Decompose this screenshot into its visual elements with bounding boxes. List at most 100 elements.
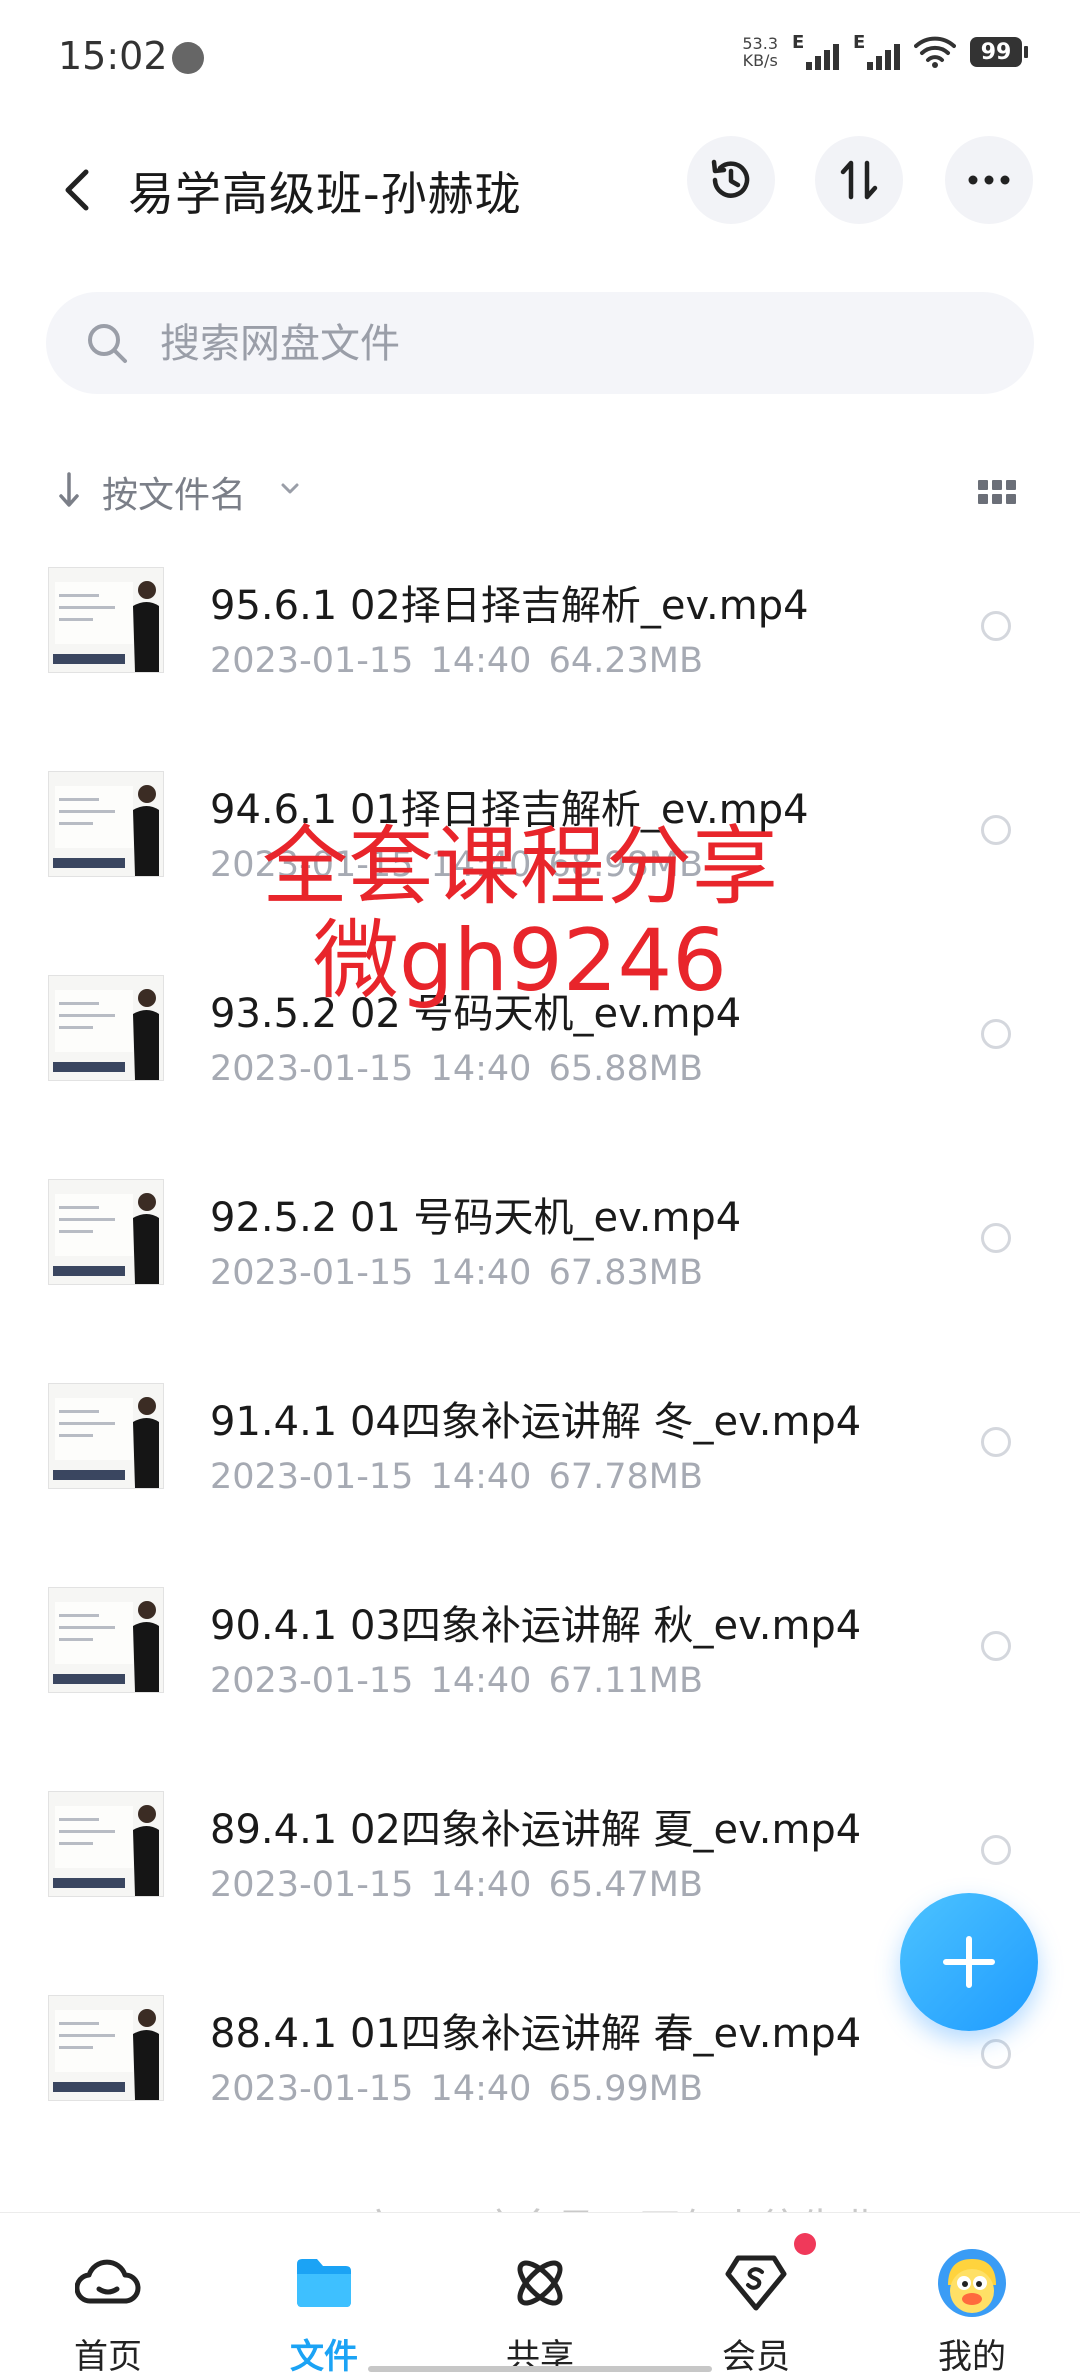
file-date: 2023-01-15 [210, 845, 414, 885]
nav-label-home: 首页 [74, 2337, 142, 2377]
file-date: 2023-01-15 [210, 1661, 414, 1701]
file-date: 2023-01-15 [210, 1865, 414, 1905]
file-meta: 2023-01-15 14:40 65.47MB [210, 1865, 703, 1905]
file-time: 14:40 [430, 1661, 532, 1701]
file-meta: 2023-01-15 14:40 64.23MB [210, 641, 703, 681]
file-size: 67.78MB [548, 1457, 703, 1497]
search-input[interactable] [158, 312, 982, 376]
signal-1-icon: E [792, 32, 839, 70]
video-thumbnail[interactable] [48, 1179, 164, 1285]
nav-label-me: 我的 [938, 2337, 1006, 2377]
file-date: 2023-01-15 [210, 1253, 414, 1293]
status-bar: 15:02 53.3 KB/s E E 99 [0, 0, 1080, 115]
file-name: 93.5.2 02 号码天机_ev.mp4 [210, 991, 742, 1037]
share-atom-icon [517, 2260, 563, 2306]
select-radio[interactable] [981, 1631, 1011, 1661]
file-time: 14:40 [430, 1253, 532, 1293]
select-radio[interactable] [981, 1223, 1011, 1253]
history-button[interactable] [687, 136, 775, 224]
nav-item-home[interactable]: 首页 [0, 2213, 216, 2377]
video-thumbnail[interactable] [48, 1383, 164, 1489]
file-time: 14:40 [430, 1457, 532, 1497]
video-thumbnail[interactable] [48, 1791, 164, 1897]
file-size: 65.47MB [548, 1865, 703, 1905]
file-time: 14:40 [430, 2069, 532, 2109]
search-icon [88, 324, 127, 363]
file-size: 68.98MB [548, 845, 703, 885]
network-speed-value: 53.3 [742, 34, 778, 53]
file-meta: 2023-01-15 14:40 68.98MB [210, 845, 703, 885]
add-button[interactable] [900, 1893, 1038, 2031]
file-date: 2023-01-15 [210, 1457, 414, 1497]
file-date: 2023-01-15 [210, 1049, 414, 1089]
back-icon [65, 169, 89, 211]
select-radio[interactable] [981, 815, 1011, 845]
plus-icon [943, 1936, 995, 1988]
search-bar[interactable] [46, 292, 1034, 394]
battery-icon: 99 [970, 37, 1028, 67]
file-date: 2023-01-15 [210, 641, 414, 681]
video-thumbnail[interactable] [48, 1995, 164, 2101]
file-name: 92.5.2 01 号码天机_ev.mp4 [210, 1195, 742, 1241]
select-radio[interactable] [981, 1019, 1011, 1049]
file-meta: 2023-01-15 14:40 67.83MB [210, 1253, 703, 1293]
file-size: 65.99MB [548, 2069, 703, 2109]
grid-view-icon[interactable] [978, 480, 1016, 504]
file-meta: 2023-01-15 14:40 67.11MB [210, 1661, 703, 1701]
more-icon [968, 175, 1010, 185]
file-time: 14:40 [430, 1049, 532, 1089]
video-thumbnail[interactable] [48, 567, 164, 673]
file-row[interactable]: 92.5.2 01 号码天机_ev.mp4 2023-01-15 14:40 67… [0, 1167, 1080, 1371]
select-radio[interactable] [981, 1835, 1011, 1865]
file-time: 14:40 [430, 1865, 532, 1905]
more-button[interactable] [945, 136, 1033, 224]
file-date: 2023-01-15 [210, 2069, 414, 2109]
sort-label[interactable]: 按文件名 [102, 466, 246, 518]
network-speed-unit: KB/s [742, 51, 778, 70]
status-time: 15:02 [58, 34, 168, 78]
file-row[interactable]: 88.4.1 01四象补运讲解 春_ev.mp4 2023-01-15 14:40… [0, 1983, 1080, 2187]
chevron-down-icon[interactable] [280, 482, 300, 496]
page-title: 易学高级班-孙赫珑 [128, 167, 522, 221]
folder-icon [297, 2259, 351, 2307]
file-row[interactable]: 91.4.1 04四象补运讲解 冬_ev.mp4 2023-01-15 14:40… [0, 1371, 1080, 1575]
back-button[interactable] [52, 160, 102, 220]
file-meta: 2023-01-15 14:40 67.78MB [210, 1457, 703, 1497]
vip-diamond-icon [725, 2255, 787, 2311]
sort-button[interactable] [815, 136, 903, 224]
file-meta: 2023-01-15 14:40 65.88MB [210, 1049, 703, 1089]
video-thumbnail[interactable] [48, 975, 164, 1081]
nav-item-vip[interactable]: 会员 [648, 2213, 864, 2377]
network-speed: 53.3 KB/s [742, 35, 778, 69]
avatar-icon [938, 2249, 1006, 2317]
file-name: 89.4.1 02四象补运讲解 夏_ev.mp4 [210, 1807, 862, 1853]
file-row[interactable]: 93.5.2 02 号码天机_ev.mp4 2023-01-15 14:40 65… [0, 963, 1080, 1167]
home-cloud-icon [75, 2259, 141, 2304]
sort-row: 按文件名 [0, 460, 1080, 520]
file-size: 64.23MB [548, 641, 703, 681]
select-radio[interactable] [981, 1427, 1011, 1457]
file-row[interactable]: 90.4.1 03四象补运讲解 秋_ev.mp4 2023-01-15 14:40… [0, 1575, 1080, 1779]
status-icons: 53.3 KB/s E E 99 [742, 32, 1028, 70]
file-name: 90.4.1 03四象补运讲解 秋_ev.mp4 [210, 1603, 862, 1649]
history-icon [711, 159, 750, 198]
sort-down-arrow-icon[interactable] [56, 470, 82, 510]
file-row[interactable]: 94.6.1 01择日择吉解析_ev.mp4 2023-01-15 14:40 6… [0, 759, 1080, 963]
signal-2-label: E [853, 32, 866, 53]
signal-1-label: E [792, 32, 805, 53]
file-name: 95.6.1 02择日择吉解析_ev.mp4 [210, 583, 809, 629]
file-size: 67.83MB [548, 1253, 703, 1293]
bottom-nav: 首页 文件 共享 会员 我的 [0, 2212, 1080, 2377]
file-row[interactable]: 95.6.1 02择日择吉解析_ev.mp4 2023-01-15 14:40 6… [0, 555, 1080, 759]
nav-item-files[interactable]: 文件 [216, 2213, 432, 2377]
video-thumbnail[interactable] [48, 1587, 164, 1693]
nav-item-me[interactable]: 我的 [864, 2213, 1080, 2377]
select-radio[interactable] [981, 611, 1011, 641]
file-name: 91.4.1 04四象补运讲解 冬_ev.mp4 [210, 1399, 862, 1445]
sort-icon [840, 160, 878, 200]
notification-badge [794, 2233, 816, 2255]
select-radio[interactable] [981, 2039, 1011, 2069]
video-thumbnail[interactable] [48, 771, 164, 877]
nav-item-share[interactable]: 共享 [432, 2213, 648, 2377]
notification-dot-icon [172, 42, 204, 74]
